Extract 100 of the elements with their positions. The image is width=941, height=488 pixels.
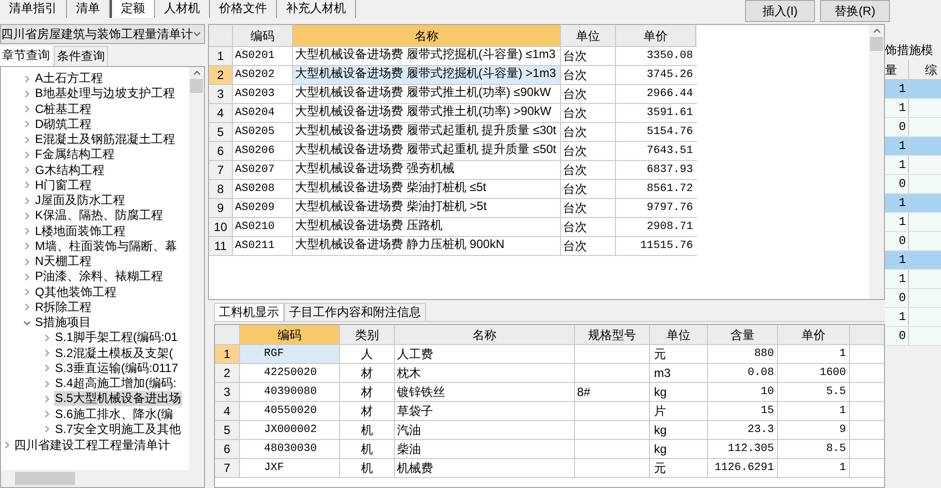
vertical-scrollbar[interactable] [189,67,204,470]
table-row[interactable]: 1 [885,137,941,156]
column-header[interactable]: 含量 [708,325,778,344]
expand-chevron-icon[interactable] [23,242,31,250]
expand-chevron-icon[interactable] [3,441,11,449]
row-number[interactable]: 2 [209,66,233,84]
row-number[interactable]: 3 [209,85,233,103]
column-header[interactable]: 编码 [240,325,340,344]
scroll-thumb[interactable] [870,37,883,51]
row-number[interactable]: 5 [215,421,240,439]
table-row[interactable]: 1 [885,99,941,118]
panel-tab[interactable]: 工料机显示 [214,303,284,321]
tree-item[interactable]: B地基处理与边坡支护工程 [34,86,176,102]
column-header[interactable]: 规格型号 [575,325,650,344]
row-number[interactable]: 7 [209,161,233,179]
row-number[interactable]: 6 [209,142,233,160]
expand-chevron-icon[interactable] [23,136,31,144]
expand-chevron-icon[interactable] [43,425,51,434]
table-row[interactable]: 0 [885,327,941,346]
panel-tab[interactable]: 章节查询 [0,46,52,66]
table-row[interactable]: 1 [885,308,941,327]
row-number[interactable]: 5 [209,123,233,141]
row-number[interactable]: 3 [215,383,240,401]
tree-item[interactable]: S.6施工排水、降水(编 [54,406,174,422]
table-row[interactable]: 1 [885,194,941,213]
expand-chevron-icon[interactable] [43,394,51,403]
action-button[interactable]: 替换(R) [820,0,890,22]
expand-chevron-icon[interactable] [23,227,31,236]
expand-chevron-icon[interactable] [23,120,31,128]
table-row[interactable]: 0 [885,289,941,308]
tree-item[interactable]: S.1脚手架工程(编码:01 [54,330,179,346]
column-header[interactable]: 名称 [395,325,575,344]
row-number[interactable]: 7 [215,459,240,477]
expand-chevron-icon[interactable] [43,364,51,372]
tree-item[interactable]: R拆除工程 [34,300,93,315]
panel-tab[interactable]: 条件查询 [54,46,108,66]
row-number[interactable]: 8 [209,180,233,198]
table-row[interactable]: 1 [885,213,941,232]
expand-chevron-icon[interactable] [43,334,51,342]
panel-tab[interactable]: 子目工作内容和附注信息 [284,303,426,321]
scroll-thumb[interactable] [190,79,203,93]
top-tab[interactable]: 定额 [110,0,155,18]
tree-item[interactable]: N天棚工程 [34,254,93,270]
expand-chevron-icon[interactable] [43,410,51,418]
tree-item[interactable]: S.3垂直运输(编码:0117 [54,360,180,376]
expand-chevron-icon[interactable] [23,258,31,266]
tree-item[interactable]: S措施项目 [34,315,92,330]
tree-item[interactable]: D砌筑工程 [34,116,93,132]
column-header[interactable]: 单价 [616,25,696,46]
tree-item[interactable]: K保温、隔热、防腐工程 [34,208,164,224]
tree-item[interactable]: E混凝土及钢筋混凝土工程 [34,132,176,148]
row-number[interactable]: 4 [209,104,233,122]
row-number[interactable]: 9 [209,199,233,217]
tree-item[interactable]: S.7安全文明施工及其他 [54,422,182,437]
table-row[interactable]: 1 [885,80,941,99]
column-header[interactable]: 名称 [293,25,561,46]
expand-chevron-icon[interactable] [23,272,31,281]
column-header[interactable]: 单位 [561,25,616,46]
expand-chevron-icon[interactable] [23,90,31,98]
tree-item[interactable]: S.5大型机械设备进出场 [54,391,182,406]
horizontal-scrollbar[interactable] [1,470,204,487]
table-row[interactable]: 0 [885,232,941,251]
tree-item[interactable]: 四川省建设工程工程量清单计 [14,436,170,454]
tree-item[interactable]: S.4超高施工增加(编码: [54,376,178,392]
tree-item[interactable]: P油漆、涂料、裱糊工程 [34,269,164,284]
expand-chevron-icon[interactable] [23,150,31,159]
table-row[interactable]: 1 [885,270,941,289]
expand-chevron-icon[interactable] [23,105,31,114]
expand-chevron-icon[interactable] [23,74,31,83]
table-row[interactable]: 0 [885,175,941,194]
column-header[interactable]: 单价 [778,325,850,344]
row-number[interactable]: 6 [215,440,240,458]
table-row[interactable]: 0 [885,118,941,137]
column-header[interactable]: 类别 [340,325,395,344]
tree-item[interactable]: G木结构工程 [34,162,106,178]
tree-item[interactable]: L楼地面装饰工程 [34,224,127,239]
tree-item[interactable]: A土石方工程 [34,71,104,86]
row-number[interactable]: 11 [209,237,233,255]
dropdown-chevron-icon[interactable] [193,30,201,38]
tree-item[interactable]: H门窗工程 [34,178,93,193]
row-number[interactable]: 1 [209,47,233,65]
expand-chevron-icon[interactable] [23,212,31,220]
tree-item[interactable]: J屋面及防水工程 [34,193,126,208]
expand-chevron-icon[interactable] [43,380,51,388]
row-number[interactable]: 10 [209,218,233,236]
action-button[interactable]: 插入(I) [745,0,815,22]
expand-chevron-icon[interactable] [23,181,31,190]
row-number[interactable]: 1 [215,345,240,363]
tree-item[interactable]: M墙、柱面装饰与隔断、幕 [34,238,178,254]
vertical-scrollbar[interactable] [869,25,884,299]
tree-item[interactable]: S.2混凝土模板及支架( [54,346,174,361]
collapse-chevron-icon[interactable] [23,318,31,327]
tree-item[interactable]: Q其他装饰工程 [34,284,118,300]
expand-chevron-icon[interactable] [23,288,31,296]
column-header[interactable]: 单位 [650,325,708,344]
expand-chevron-icon[interactable] [23,166,31,174]
expand-chevron-icon[interactable] [23,303,31,312]
tree-item[interactable]: C桩基工程 [34,102,93,117]
row-number[interactable]: 4 [215,402,240,420]
scroll-thumb[interactable] [15,472,75,485]
